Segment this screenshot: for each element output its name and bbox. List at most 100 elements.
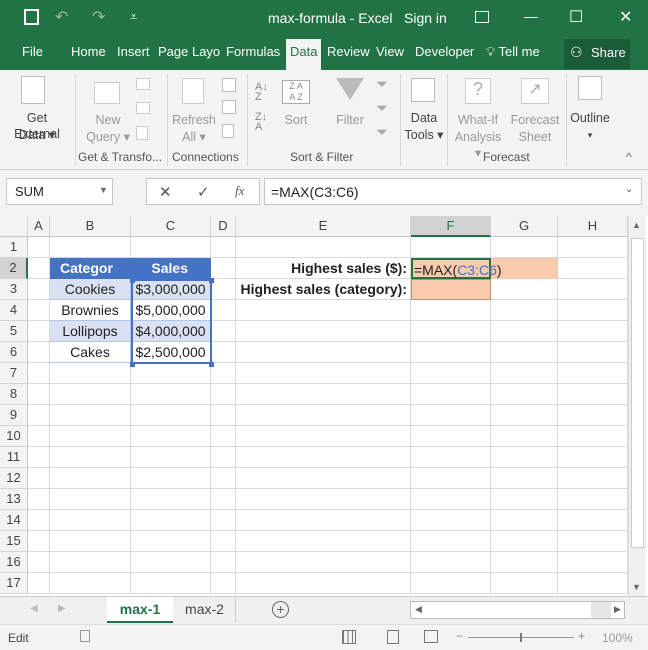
cell-A14[interactable] [28,510,50,531]
get-external-data-button[interactable]: Get External Data ▾ [0,70,74,148]
cell-E7[interactable] [236,363,411,384]
cell-E12[interactable] [236,468,411,489]
cell-D11[interactable] [211,447,236,468]
connections-icon[interactable] [222,78,236,92]
cell-A7[interactable] [28,363,50,384]
sheet-tab-max-2[interactable]: max-2 [174,597,236,623]
cell-C10[interactable] [131,426,211,447]
table-cell-category[interactable]: Cakes [50,342,131,363]
range-handle[interactable] [209,278,214,283]
cell-C11[interactable] [131,447,211,468]
cell-E11[interactable] [236,447,411,468]
collapse-ribbon-button[interactable]: ^ [626,150,632,164]
cell-C14[interactable] [131,510,211,531]
cell-H17[interactable] [558,573,628,594]
cell-F4[interactable] [411,300,491,321]
cell-A6[interactable] [28,342,50,363]
cell-C15[interactable] [131,531,211,552]
cell-H8[interactable] [558,384,628,405]
horizontal-scrollbar[interactable]: ◀ ▶ [410,601,625,619]
cell-E1[interactable] [236,237,411,258]
column-header-D[interactable]: D [211,216,236,237]
cell-H14[interactable] [558,510,628,531]
cell-H12[interactable] [558,468,628,489]
next-sheet-icon[interactable]: ▶ [58,603,66,614]
show-queries-icon[interactable] [136,78,150,90]
table-cell-category[interactable]: Lollipops [50,321,131,342]
cell-D14[interactable] [211,510,236,531]
cell-F8[interactable] [411,384,491,405]
name-box[interactable]: SUM ▼ [6,178,113,205]
row-header-7[interactable]: 7 [0,363,28,384]
redo-icon[interactable]: ↷ [92,7,105,27]
cell-D12[interactable] [211,468,236,489]
sign-in-link[interactable]: Sign in [404,10,447,26]
column-header-C[interactable]: C [131,216,211,237]
cell-G11[interactable] [491,447,558,468]
range-handle[interactable] [209,362,214,367]
cell-D17[interactable] [211,573,236,594]
cell-H6[interactable] [558,342,628,363]
cell-H10[interactable] [558,426,628,447]
cell-B15[interactable] [50,531,131,552]
cell-B14[interactable] [50,510,131,531]
cell-F6[interactable] [411,342,491,363]
column-header-G[interactable]: G [491,216,558,237]
cell-C16[interactable] [131,552,211,573]
ribbon-display-options-icon[interactable] [475,11,489,23]
undo-icon[interactable]: ↶ [55,7,68,27]
minimize-button[interactable]: — [524,8,538,24]
column-header-A[interactable]: A [28,216,50,237]
worksheet-grid[interactable]: A B C D E F G H 1 2 3 4 5 6 7 8 9 10 11 12 13 14 15 16 17 Categor… [0,216,628,596]
table-header-sales[interactable]: Sales [131,258,211,279]
edit-links-icon[interactable] [222,124,234,138]
chevron-down-icon[interactable]: ▼ [99,185,108,195]
from-table-icon[interactable] [136,102,150,114]
row-header-3[interactable]: 3 [0,279,28,300]
cell-D10[interactable] [211,426,236,447]
tab-insert[interactable]: Insert [117,44,150,59]
cell-A2[interactable] [28,258,50,279]
cell-A4[interactable] [28,300,50,321]
recent-sources-icon[interactable] [136,126,148,140]
row-header-4[interactable]: 4 [0,300,28,321]
row-header-6[interactable]: 6 [0,342,28,363]
cell-F17[interactable] [411,573,491,594]
cell-D6[interactable] [211,342,236,363]
close-button[interactable]: ✕ [619,7,632,27]
column-header-E[interactable]: E [236,216,411,237]
insert-function-button[interactable]: fx [235,183,244,199]
cell-D4[interactable] [211,300,236,321]
cell-E10[interactable] [236,426,411,447]
macro-record-icon[interactable] [80,630,90,642]
cell-G5[interactable] [491,321,558,342]
cell-H15[interactable] [558,531,628,552]
cell-E9[interactable] [236,405,411,426]
cell-C7[interactable] [131,363,211,384]
row-header-17[interactable]: 17 [0,573,28,594]
cell-E6[interactable] [236,342,411,363]
cell-G6[interactable] [491,342,558,363]
cell-H9[interactable] [558,405,628,426]
cell-H11[interactable] [558,447,628,468]
cell-B12[interactable] [50,468,131,489]
zoom-level[interactable]: 100% [602,631,633,645]
table-cell-category[interactable]: Brownies [50,300,131,321]
share-button[interactable]: ⚇ Share [564,39,630,69]
cell-H4[interactable] [558,300,628,321]
cell-B10[interactable] [50,426,131,447]
row-header-11[interactable]: 11 [0,447,28,468]
enter-button[interactable]: ✓ [197,183,210,201]
cell-D2[interactable] [211,258,236,279]
cell-F5[interactable] [411,321,491,342]
cell-D7[interactable] [211,363,236,384]
row-header-13[interactable]: 13 [0,489,28,510]
zoom-slider-thumb[interactable] [520,633,522,642]
new-sheet-button[interactable]: + [272,601,289,618]
row-header-5[interactable]: 5 [0,321,28,342]
cell-E4[interactable] [236,300,411,321]
cell-E8[interactable] [236,384,411,405]
scroll-track[interactable] [591,602,611,618]
page-break-view-icon[interactable] [424,630,438,643]
cell-A16[interactable] [28,552,50,573]
